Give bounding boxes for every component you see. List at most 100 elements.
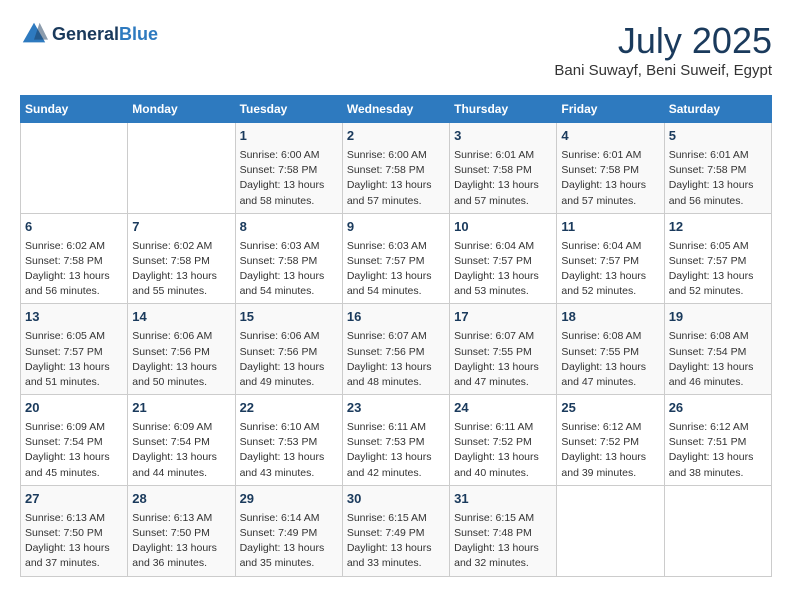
calendar-cell: 13Sunrise: 6:05 AMSunset: 7:57 PMDayligh… bbox=[21, 304, 128, 395]
day-number: 8 bbox=[240, 218, 338, 237]
calendar-cell: 28 Sunrise: 6:13 AMSunset: 7:50 PMDayligh… bbox=[128, 485, 235, 576]
calendar-cell: 5 Sunrise: 6:01 AMSunset: 7:58 PMDaylight… bbox=[664, 123, 771, 214]
calendar-cell bbox=[557, 485, 664, 576]
day-content: Sunrise: 6:04 AMSunset: 7:57 PMDaylight:… bbox=[561, 239, 659, 300]
day-number: 31 bbox=[454, 490, 552, 509]
day-number: 23 bbox=[347, 399, 445, 418]
day-content: Sunrise: 6:06 AMSunset: 7:56 PMDaylight:… bbox=[240, 329, 338, 390]
calendar-cell: 23Sunrise: 6:11 AMSunset: 7:53 PMDayligh… bbox=[342, 395, 449, 486]
calendar-cell: 22 Sunrise: 6:10 AMSunset: 7:53 PMDayligh… bbox=[235, 395, 342, 486]
day-number: 24 bbox=[454, 399, 552, 418]
day-content: Sunrise: 6:13 AMSunset: 7:50 PMDaylight:… bbox=[25, 511, 123, 572]
calendar-table: SundayMondayTuesdayWednesdayThursdayFrid… bbox=[20, 95, 772, 577]
day-content: Sunrise: 6:05 AMSunset: 7:57 PMDaylight:… bbox=[25, 329, 123, 390]
calendar-cell: 14 Sunrise: 6:06 AMSunset: 7:56 PMDayligh… bbox=[128, 304, 235, 395]
day-number: 20 bbox=[25, 399, 123, 418]
calendar-cell: 7 Sunrise: 6:02 AMSunset: 7:58 PMDaylight… bbox=[128, 213, 235, 304]
day-content: Sunrise: 6:12 AMSunset: 7:52 PMDaylight:… bbox=[561, 420, 659, 481]
calendar-body: 1 Sunrise: 6:00 AMSunset: 7:58 PMDaylight… bbox=[21, 123, 772, 577]
day-number: 9 bbox=[347, 218, 445, 237]
calendar-cell: 11 Sunrise: 6:04 AMSunset: 7:57 PMDayligh… bbox=[557, 213, 664, 304]
day-number: 16 bbox=[347, 308, 445, 327]
logo-blue: Blue bbox=[119, 24, 158, 44]
calendar-cell: 24 Sunrise: 6:11 AMSunset: 7:52 PMDayligh… bbox=[450, 395, 557, 486]
calendar-cell: 30 Sunrise: 6:15 AMSunset: 7:49 PMDayligh… bbox=[342, 485, 449, 576]
day-content: Sunrise: 6:13 AMSunset: 7:50 PMDaylight:… bbox=[132, 511, 230, 572]
logo-general: General bbox=[52, 24, 119, 44]
calendar-cell: 2Sunrise: 6:00 AMSunset: 7:58 PMDaylight… bbox=[342, 123, 449, 214]
day-content: Sunrise: 6:00 AMSunset: 7:58 PMDaylight:… bbox=[240, 148, 338, 209]
day-content: Sunrise: 6:03 AMSunset: 7:58 PMDaylight:… bbox=[240, 239, 338, 300]
day-number: 17 bbox=[454, 308, 552, 327]
calendar-cell: 1 Sunrise: 6:00 AMSunset: 7:58 PMDaylight… bbox=[235, 123, 342, 214]
day-number: 10 bbox=[454, 218, 552, 237]
day-content: Sunrise: 6:07 AMSunset: 7:56 PMDaylight:… bbox=[347, 329, 445, 390]
day-content: Sunrise: 6:04 AMSunset: 7:57 PMDaylight:… bbox=[454, 239, 552, 300]
day-number: 28 bbox=[132, 490, 230, 509]
calendar-week-row: 20 Sunrise: 6:09 AMSunset: 7:54 PMDayligh… bbox=[21, 395, 772, 486]
day-content: Sunrise: 6:08 AMSunset: 7:54 PMDaylight:… bbox=[669, 329, 767, 390]
day-content: Sunrise: 6:15 AMSunset: 7:48 PMDaylight:… bbox=[454, 511, 552, 572]
day-number: 27 bbox=[25, 490, 123, 509]
day-number: 5 bbox=[669, 127, 767, 146]
day-number: 26 bbox=[669, 399, 767, 418]
day-number: 1 bbox=[240, 127, 338, 146]
day-number: 30 bbox=[347, 490, 445, 509]
calendar-cell: 3Sunrise: 6:01 AMSunset: 7:58 PMDaylight… bbox=[450, 123, 557, 214]
logo: GeneralBlue bbox=[20, 20, 158, 48]
logo-icon bbox=[20, 20, 48, 48]
calendar-cell: 19 Sunrise: 6:08 AMSunset: 7:54 PMDayligh… bbox=[664, 304, 771, 395]
calendar-cell bbox=[128, 123, 235, 214]
location-title: Bani Suwayf, Beni Suweif, Egypt bbox=[554, 62, 772, 79]
calendar-week-row: 27 Sunrise: 6:13 AMSunset: 7:50 PMDayligh… bbox=[21, 485, 772, 576]
day-content: Sunrise: 6:10 AMSunset: 7:53 PMDaylight:… bbox=[240, 420, 338, 481]
weekday-header: Thursday bbox=[450, 96, 557, 123]
day-number: 3 bbox=[454, 127, 552, 146]
day-content: Sunrise: 6:07 AMSunset: 7:55 PMDaylight:… bbox=[454, 329, 552, 390]
day-content: Sunrise: 6:08 AMSunset: 7:55 PMDaylight:… bbox=[561, 329, 659, 390]
calendar-cell: 10 Sunrise: 6:04 AMSunset: 7:57 PMDayligh… bbox=[450, 213, 557, 304]
calendar-header-row: SundayMondayTuesdayWednesdayThursdayFrid… bbox=[21, 96, 772, 123]
day-number: 2 bbox=[347, 127, 445, 146]
day-content: Sunrise: 6:05 AMSunset: 7:57 PMDaylight:… bbox=[669, 239, 767, 300]
day-content: Sunrise: 6:09 AMSunset: 7:54 PMDaylight:… bbox=[132, 420, 230, 481]
day-number: 18 bbox=[561, 308, 659, 327]
day-content: Sunrise: 6:15 AMSunset: 7:49 PMDaylight:… bbox=[347, 511, 445, 572]
day-content: Sunrise: 6:02 AMSunset: 7:58 PMDaylight:… bbox=[132, 239, 230, 300]
day-content: Sunrise: 6:02 AMSunset: 7:58 PMDaylight:… bbox=[25, 239, 123, 300]
calendar-cell: 31 Sunrise: 6:15 AMSunset: 7:48 PMDayligh… bbox=[450, 485, 557, 576]
day-content: Sunrise: 6:03 AMSunset: 7:57 PMDaylight:… bbox=[347, 239, 445, 300]
calendar-cell: 8 Sunrise: 6:03 AMSunset: 7:58 PMDaylight… bbox=[235, 213, 342, 304]
day-content: Sunrise: 6:06 AMSunset: 7:56 PMDaylight:… bbox=[132, 329, 230, 390]
calendar-week-row: 1 Sunrise: 6:00 AMSunset: 7:58 PMDaylight… bbox=[21, 123, 772, 214]
title-block: July 2025 Bani Suwayf, Beni Suweif, Egyp… bbox=[554, 20, 772, 79]
weekday-header: Friday bbox=[557, 96, 664, 123]
calendar-week-row: 13Sunrise: 6:05 AMSunset: 7:57 PMDayligh… bbox=[21, 304, 772, 395]
calendar-cell bbox=[664, 485, 771, 576]
calendar-cell: 4Sunrise: 6:01 AMSunset: 7:58 PMDaylight… bbox=[557, 123, 664, 214]
day-content: Sunrise: 6:14 AMSunset: 7:49 PMDaylight:… bbox=[240, 511, 338, 572]
day-number: 11 bbox=[561, 218, 659, 237]
weekday-header: Wednesday bbox=[342, 96, 449, 123]
calendar-week-row: 6 Sunrise: 6:02 AMSunset: 7:58 PMDaylight… bbox=[21, 213, 772, 304]
day-number: 4 bbox=[561, 127, 659, 146]
calendar-cell: 9 Sunrise: 6:03 AMSunset: 7:57 PMDaylight… bbox=[342, 213, 449, 304]
day-number: 15 bbox=[240, 308, 338, 327]
day-number: 22 bbox=[240, 399, 338, 418]
day-number: 6 bbox=[25, 218, 123, 237]
calendar-cell: 15 Sunrise: 6:06 AMSunset: 7:56 PMDayligh… bbox=[235, 304, 342, 395]
calendar-cell: 27 Sunrise: 6:13 AMSunset: 7:50 PMDayligh… bbox=[21, 485, 128, 576]
calendar-cell: 20 Sunrise: 6:09 AMSunset: 7:54 PMDayligh… bbox=[21, 395, 128, 486]
calendar-cell: 6 Sunrise: 6:02 AMSunset: 7:58 PMDaylight… bbox=[21, 213, 128, 304]
day-number: 7 bbox=[132, 218, 230, 237]
day-content: Sunrise: 6:11 AMSunset: 7:52 PMDaylight:… bbox=[454, 420, 552, 481]
calendar-cell: 12Sunrise: 6:05 AMSunset: 7:57 PMDayligh… bbox=[664, 213, 771, 304]
weekday-header: Monday bbox=[128, 96, 235, 123]
month-title: July 2025 bbox=[554, 20, 772, 62]
day-content: Sunrise: 6:09 AMSunset: 7:54 PMDaylight:… bbox=[25, 420, 123, 481]
calendar-cell: 26Sunrise: 6:12 AMSunset: 7:51 PMDayligh… bbox=[664, 395, 771, 486]
day-number: 19 bbox=[669, 308, 767, 327]
day-content: Sunrise: 6:01 AMSunset: 7:58 PMDaylight:… bbox=[669, 148, 767, 209]
day-number: 14 bbox=[132, 308, 230, 327]
weekday-header: Saturday bbox=[664, 96, 771, 123]
